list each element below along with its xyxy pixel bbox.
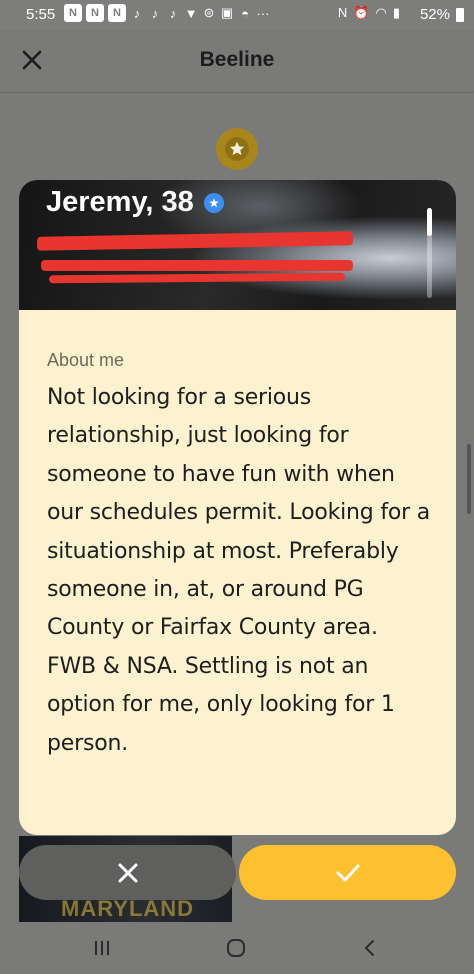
- recents-icon: [95, 941, 109, 955]
- wifi-icon: ◠: [375, 5, 387, 20]
- nfc-icon: N: [337, 5, 348, 20]
- home-icon: [227, 939, 245, 957]
- app-header: Beeline: [0, 30, 474, 93]
- profile-card[interactable]: Jeremy, 38 About me Not looking for a se…: [19, 180, 456, 835]
- system-nav-bar: [0, 922, 474, 974]
- beeline-badge: [216, 128, 258, 170]
- profile-name-row: Jeremy, 38: [46, 186, 224, 219]
- tiktok-icon: ♪: [151, 5, 159, 21]
- redaction-mark: [48, 272, 346, 284]
- signal-icon: ▮: [392, 5, 400, 20]
- battery-icon: [456, 8, 464, 22]
- food-icon: ◓: [241, 5, 249, 21]
- about-heading: About me: [47, 350, 125, 370]
- redaction-mark: [41, 260, 353, 271]
- system-icons: N ⏰ ◠ ▮: [338, 5, 400, 21]
- news-icon: N: [108, 4, 126, 22]
- page-title: Beeline: [199, 48, 275, 71]
- notification-icons: N N N ♪ ♪ ♪ ▼ ⊜ ▣ ◓ ···: [64, 4, 270, 22]
- news-icon: N: [86, 4, 104, 22]
- about-text: Not looking for a serious relationship, …: [47, 385, 431, 756]
- photo-scroll-thumb: [427, 208, 432, 236]
- status-bar: 5:55 N N N ♪ ♪ ♪ ▼ ⊜ ▣ ◓ ··· N ⏰ ◠ ▮ 52%: [0, 0, 474, 30]
- battery-percent: 52%: [419, 6, 450, 23]
- back-icon: [364, 940, 374, 956]
- alarm-icon: ⏰: [353, 5, 370, 20]
- tiktok-icon: ♪: [133, 5, 141, 21]
- verified-icon: [203, 192, 224, 213]
- check-icon: [336, 864, 359, 881]
- photo-scroll-indicator: [427, 208, 432, 298]
- page-scrollbar[interactable]: [467, 444, 471, 514]
- twitter-icon: ▼: [184, 5, 198, 21]
- recent-apps-button[interactable]: [82, 932, 122, 964]
- pass-button[interactable]: [19, 845, 236, 900]
- status-time: 5:55: [26, 6, 56, 23]
- star-icon: [225, 137, 249, 161]
- profile-name-age: Jeremy, 38: [46, 186, 194, 218]
- gallery-icon: ▣: [220, 5, 234, 20]
- news-icon: N: [64, 4, 82, 22]
- home-button[interactable]: [216, 932, 256, 964]
- tiktok-icon: ♪: [169, 5, 177, 21]
- app-icon: ⊜: [203, 5, 215, 20]
- back-button[interactable]: [350, 932, 390, 964]
- more-notifications-icon: ···: [256, 5, 270, 21]
- close-icon: [118, 863, 137, 882]
- profile-photo[interactable]: Jeremy, 38: [19, 180, 456, 310]
- like-button[interactable]: [239, 845, 456, 900]
- redaction-mark: [36, 231, 354, 251]
